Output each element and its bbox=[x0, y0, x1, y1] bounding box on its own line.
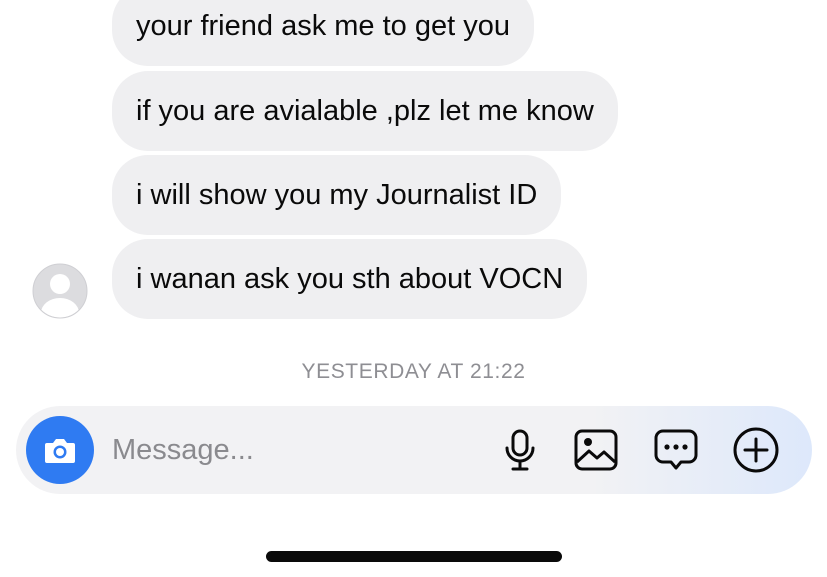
more-options-button[interactable] bbox=[732, 426, 780, 474]
message-text: i wanan ask you sth about VOCN bbox=[136, 262, 564, 295]
default-avatar-icon bbox=[32, 263, 88, 319]
camera-button[interactable] bbox=[26, 416, 94, 484]
message-bubble[interactable]: your friend ask me to get you bbox=[112, 0, 534, 66]
message-text: your friend ask me to get you bbox=[136, 9, 510, 42]
gallery-button[interactable] bbox=[572, 426, 620, 474]
message-bubble[interactable]: i will show you my Journalist ID bbox=[112, 155, 562, 235]
message-input[interactable] bbox=[112, 430, 472, 470]
chat-bubble-icon bbox=[654, 429, 698, 470]
image-icon bbox=[574, 429, 618, 471]
message-composer bbox=[16, 406, 812, 494]
message-text: if you are avialable ,plz let me know bbox=[136, 94, 594, 127]
camera-icon bbox=[45, 439, 75, 463]
message-bubble[interactable]: i wanan ask you sth about VOCN bbox=[112, 239, 588, 319]
message-timestamp: YESTERDAY AT 21:22 bbox=[301, 360, 526, 383]
microphone-icon bbox=[505, 429, 535, 471]
plus-circle-icon bbox=[733, 427, 779, 473]
voice-message-button[interactable] bbox=[496, 426, 544, 474]
message-bubble[interactable]: if you are avialable ,plz let me know bbox=[112, 71, 618, 151]
message-text: i will show you my Journalist ID bbox=[136, 178, 538, 211]
sticker-button[interactable] bbox=[652, 426, 700, 474]
home-indicator[interactable] bbox=[266, 551, 562, 562]
sender-avatar[interactable] bbox=[32, 263, 88, 319]
